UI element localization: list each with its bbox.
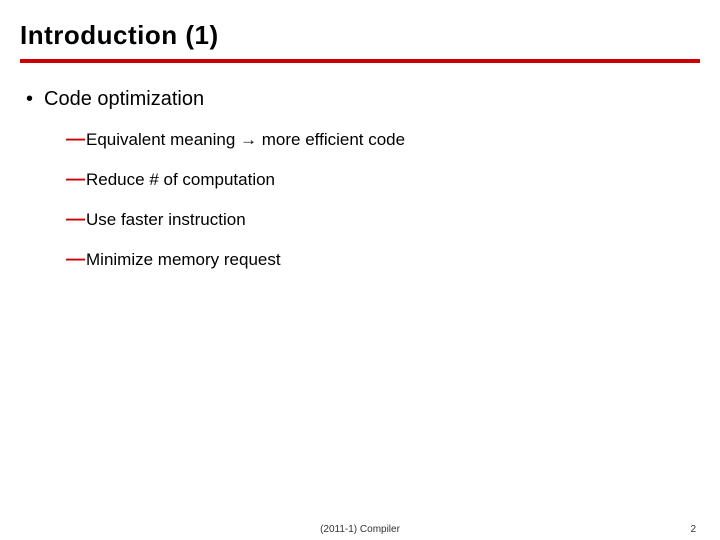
bullet-l2-post: more efficient code xyxy=(257,130,405,149)
bullet-l2-pre: Minimize memory request xyxy=(86,250,281,269)
bullet-l2-pre: Reduce # of computation xyxy=(86,170,275,189)
dash-icon: — xyxy=(66,249,86,271)
bullet-l2-pre: Use faster instruction xyxy=(86,210,246,229)
bullet-level1-text: Code optimization xyxy=(44,88,204,110)
dash-icon: — xyxy=(66,209,86,231)
bullet-level2: —Reduce # of computation xyxy=(66,169,700,191)
dash-icon: — xyxy=(66,129,86,151)
bullet-level1: •Code optimization xyxy=(26,88,700,111)
page-number: 2 xyxy=(690,524,696,535)
slide: Introduction (1) •Code optimization —Equ… xyxy=(0,0,720,540)
bullet-dot-icon: • xyxy=(26,88,44,111)
slide-title: Introduction (1) xyxy=(20,20,700,51)
dash-icon: — xyxy=(66,169,86,191)
bullet-level2: —Minimize memory request xyxy=(66,249,700,271)
arrow-icon: → xyxy=(240,130,257,149)
title-rule xyxy=(20,59,700,63)
footer-center-text: (2011-1) Compiler xyxy=(0,524,720,535)
bullet-level2: —Equivalent meaning → more efficient cod… xyxy=(66,129,700,151)
bullet-l2-pre: Equivalent meaning xyxy=(86,130,240,149)
bullet-level2: —Use faster instruction xyxy=(66,209,700,231)
